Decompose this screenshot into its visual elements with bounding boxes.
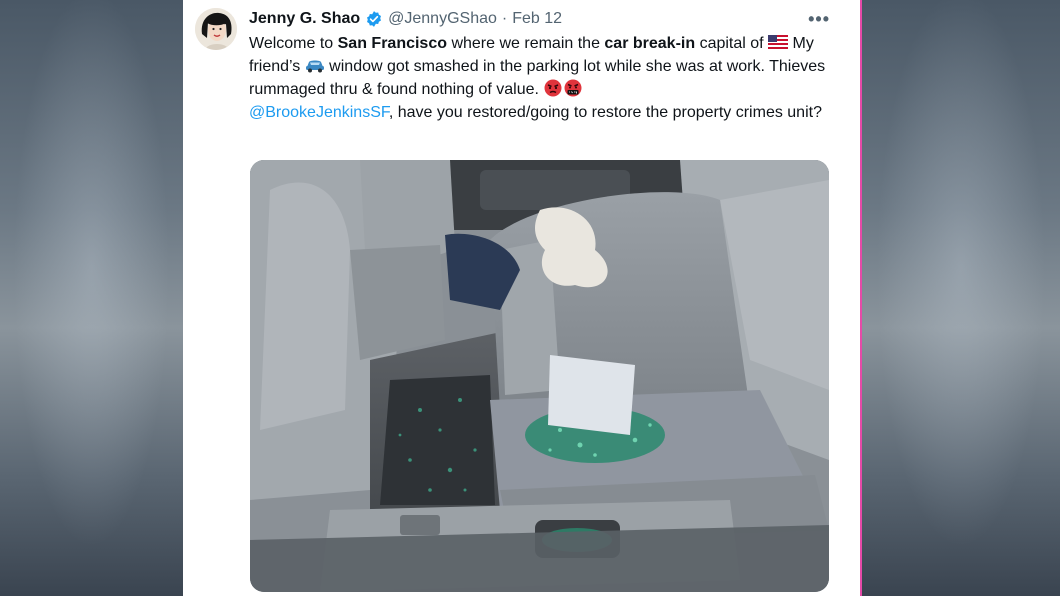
attached-photo[interactable] xyxy=(250,160,829,592)
text-part: , have you restored/going to restore the… xyxy=(388,104,822,121)
mention-link[interactable]: @BrookeJenkinsSF xyxy=(249,104,389,121)
us-flag-emoji xyxy=(768,33,789,51)
tweet-header: Jenny G. Shao @JennyGShao · Feb 12 xyxy=(249,8,562,30)
car-emoji xyxy=(305,56,325,74)
blurred-background-right xyxy=(862,0,1060,596)
more-horizontal-icon[interactable]: ••• xyxy=(808,9,830,30)
author-name[interactable]: Jenny G. Shao xyxy=(249,10,360,28)
author-handle[interactable]: @JennyGShao xyxy=(388,10,497,28)
cursing-face-emoji xyxy=(563,79,583,97)
angry-face-emoji xyxy=(543,79,563,97)
blurred-background-left xyxy=(0,0,183,596)
tweet-date[interactable]: Feb 12 xyxy=(512,10,562,28)
text-bold-location: San Francisco xyxy=(337,35,447,52)
avatar[interactable] xyxy=(195,8,237,50)
text-part: Welcome to xyxy=(249,35,338,52)
tweet-card: Jenny G. Shao @JennyGShao · Feb 12 ••• W… xyxy=(183,0,860,596)
text-part: window got smashed in the parking lot wh… xyxy=(249,58,826,98)
verified-badge-icon xyxy=(365,10,383,28)
separator-dot: · xyxy=(501,10,508,27)
text-part: where we remain the xyxy=(447,35,605,52)
frame-accent-line xyxy=(860,0,862,596)
text-bold-topic: car break-in xyxy=(604,35,696,52)
text-part: capital of xyxy=(695,35,769,52)
tweet-text: Welcome to San Francisco where we remain… xyxy=(249,32,839,124)
